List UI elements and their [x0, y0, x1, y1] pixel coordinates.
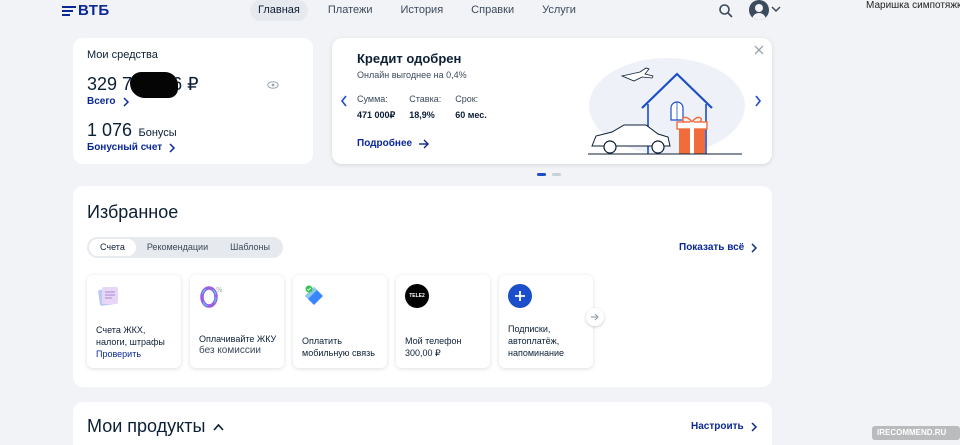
- svg-text:%: %: [216, 286, 223, 294]
- vtb-logo[interactable]: ВТБ: [62, 2, 110, 19]
- favorites-section: Избранное Счета Рекомендации Шаблоны Пок…: [73, 186, 772, 387]
- bonus-number: 1 076: [87, 120, 133, 140]
- term-label: Срок:: [455, 94, 479, 104]
- chevron-right-icon[interactable]: [754, 95, 762, 107]
- term-rate: Ставка: 18,9%: [409, 94, 441, 121]
- tile-mobile-payment[interactable]: Оплатить мобильную связь: [293, 275, 387, 368]
- credit-subtitle: Онлайн выгоднее на 0,4%: [357, 70, 467, 80]
- chevron-up-icon: [213, 423, 225, 431]
- bonus-account-label: Бонусный счет: [87, 142, 163, 153]
- tile-line: налоги, штрафы: [96, 337, 165, 347]
- tile-line: Счета ЖКХ,: [96, 325, 146, 335]
- tile-text: Счета ЖКХ, налоги, штрафы Проверить: [96, 324, 165, 360]
- nav-services[interactable]: Услуги: [534, 0, 584, 21]
- credit-terms: Сумма: 471 000₽ Ставка: 18,9% Срок: 60 м…: [357, 94, 501, 121]
- house-car-illustration: [588, 58, 745, 155]
- tile-text: Оплачивайте ЖКУ без комиссии: [199, 333, 276, 357]
- bonus-amount: 1 076 Бонусы: [87, 120, 177, 141]
- tele2-logo-icon: TELE2: [405, 284, 429, 308]
- chevron-right-icon: [751, 242, 758, 253]
- eye-icon[interactable]: [267, 81, 279, 89]
- tile-text: Оплатить мобильную связь: [302, 335, 375, 359]
- chevron-left-icon[interactable]: [340, 95, 348, 107]
- tab-accounts[interactable]: Счета: [89, 239, 136, 256]
- all-funds-link[interactable]: Всего: [87, 96, 130, 107]
- tab-templates[interactable]: Шаблоны: [219, 239, 281, 256]
- avatar[interactable]: [749, 0, 769, 20]
- plus-icon: [508, 284, 532, 308]
- favorites-tabs: Счета Рекомендации Шаблоны: [87, 237, 283, 258]
- nav-history[interactable]: История: [393, 0, 452, 21]
- tile-line: Подписки,: [508, 324, 551, 334]
- tile-subscriptions[interactable]: Подписки, автоплатёж, напоминание: [499, 275, 593, 368]
- tile-my-phone[interactable]: TELE2 Мой телефон 300,00 ₽: [396, 275, 490, 368]
- tile-line: мобильную связь: [302, 348, 375, 358]
- tile-text: Мой телефон 300,00 ₽: [405, 335, 462, 359]
- show-all-label: Показать всё: [679, 242, 745, 253]
- tile-line: Мой телефон: [405, 336, 462, 346]
- tile-utility-bills[interactable]: Счета ЖКХ, налоги, штрафы Проверить: [87, 275, 181, 368]
- main-nav: Главная Платежи История Справки Услуги: [250, 0, 596, 21]
- carousel-dot[interactable]: [552, 173, 561, 176]
- redaction-scribble: [130, 72, 178, 98]
- term-duration: Срок: 60 мес.: [455, 94, 487, 121]
- favorites-title: Избранное: [87, 202, 179, 222]
- funds-title: Мои средства: [87, 49, 158, 61]
- credit-title: Кредит одобрен: [357, 51, 462, 66]
- tile-line: Оплатить: [302, 336, 342, 346]
- vtb-logo-mark-icon: [62, 5, 76, 16]
- configure-label: Настроить: [691, 421, 744, 432]
- term-label: Сумма:: [357, 94, 388, 104]
- bonus-label: Бонусы: [138, 127, 177, 139]
- configure-link[interactable]: Настроить: [691, 421, 758, 432]
- carousel-dots: [537, 173, 567, 176]
- more-details-link[interactable]: Подробнее: [357, 138, 430, 149]
- nav-payments[interactable]: Платежи: [320, 0, 381, 21]
- more-details-label: Подробнее: [357, 138, 413, 149]
- arrow-right-icon[interactable]: [586, 308, 604, 326]
- nav-statements[interactable]: Справки: [463, 0, 522, 21]
- term-value: 471 000₽: [357, 110, 396, 120]
- term-amount: Сумма: 471 000₽: [357, 94, 395, 121]
- username-label: Маришка симпотяжка: [866, 0, 960, 11]
- search-icon[interactable]: [718, 3, 734, 19]
- credit-offer-banner: Кредит одобрен Онлайн выгоднее на 0,4% С…: [332, 38, 772, 164]
- tile-line: без комиссии: [199, 345, 262, 356]
- chevron-right-icon: [751, 421, 757, 432]
- bonus-account-link[interactable]: Бонусный счет: [87, 142, 176, 153]
- tile-line: напоминание: [508, 348, 565, 358]
- check-link[interactable]: Проверить: [96, 348, 165, 360]
- term-value: 60 мес.: [455, 110, 487, 120]
- products-title[interactable]: Мои продукты: [87, 416, 225, 437]
- my-funds-card: Мои средства 329 72 6 ₽ Всего 1 076 Бонус…: [73, 38, 313, 164]
- tile-line: автоплатёж,: [508, 336, 560, 346]
- term-label: Ставка:: [409, 94, 442, 104]
- chevron-down-icon[interactable]: [771, 5, 781, 13]
- tile-text: Подписки, автоплатёж, напоминание: [508, 323, 564, 359]
- tele2-logo-text: TELE2: [409, 293, 425, 299]
- tab-recommendations[interactable]: Рекомендации: [136, 239, 219, 256]
- nav-home[interactable]: Главная: [250, 0, 308, 21]
- watermark: IRECOMMEND.RU: [872, 426, 960, 440]
- tile-line: 300,00 ₽: [405, 348, 441, 358]
- top-bar: ВТБ Главная Платежи История Справки Услу…: [0, 0, 960, 26]
- chevron-right-icon: [122, 96, 129, 107]
- arrow-right-icon: [419, 139, 430, 148]
- receipts-icon: [98, 287, 118, 306]
- tile-zhku-no-fee[interactable]: % Оплачивайте ЖКУ без комиссии: [190, 275, 284, 368]
- logo-text: ВТБ: [78, 2, 110, 19]
- close-icon[interactable]: [754, 45, 764, 55]
- tile-line: Оплачивайте ЖКУ: [199, 334, 277, 344]
- zero-percent-icon: %: [200, 286, 223, 308]
- chevron-right-icon: [169, 142, 176, 153]
- show-all-link[interactable]: Показать всё: [679, 242, 758, 253]
- products-title-label: Мои продукты: [87, 416, 206, 436]
- all-funds-label: Всего: [87, 96, 116, 107]
- carousel-dot-active[interactable]: [537, 173, 546, 176]
- term-value: 18,9%: [409, 110, 435, 120]
- mobile-payment-icon: [305, 285, 323, 305]
- my-products-section: Мои продукты Настроить: [73, 402, 772, 445]
